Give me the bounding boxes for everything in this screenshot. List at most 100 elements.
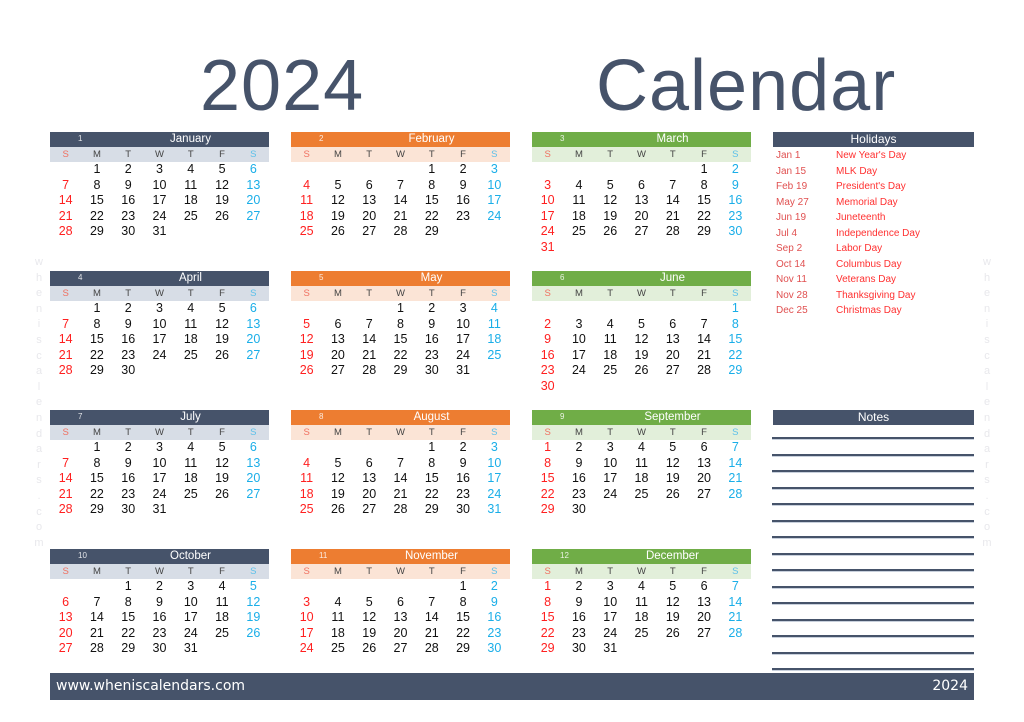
day-cell[interactable]: 7	[50, 178, 81, 194]
note-line[interactable]	[772, 437, 974, 440]
day-cell[interactable]: 30	[144, 641, 175, 657]
day-cell[interactable]: 21	[354, 348, 385, 364]
day-cell[interactable]: 9	[479, 595, 510, 611]
day-cell[interactable]: 18	[626, 610, 657, 626]
day-cell[interactable]: 17	[144, 332, 175, 348]
day-cell[interactable]: 12	[206, 317, 237, 333]
day-cell[interactable]: 31	[479, 502, 510, 518]
day-cell[interactable]: 26	[626, 363, 657, 379]
day-cell[interactable]: 23	[113, 487, 144, 503]
day-cell[interactable]: 27	[50, 641, 81, 657]
day-cell[interactable]: 7	[385, 178, 416, 194]
day-cell[interactable]: 31	[144, 502, 175, 518]
day-cell[interactable]: 27	[238, 348, 269, 364]
day-cell[interactable]: 1	[81, 301, 112, 317]
day-cell[interactable]: 29	[720, 363, 751, 379]
day-cell[interactable]: 5	[206, 301, 237, 317]
day-cell[interactable]: 10	[144, 317, 175, 333]
day-cell[interactable]: 6	[238, 162, 269, 178]
day-cell[interactable]: 5	[238, 579, 269, 595]
day-cell[interactable]: 7	[354, 317, 385, 333]
day-cell[interactable]: 24	[144, 487, 175, 503]
day-cell[interactable]: 23	[563, 626, 594, 642]
day-cell[interactable]: 22	[416, 209, 447, 225]
day-cell[interactable]: 4	[479, 301, 510, 317]
day-cell[interactable]: 8	[385, 317, 416, 333]
day-cell[interactable]: 3	[144, 301, 175, 317]
day-cell[interactable]: 3	[144, 162, 175, 178]
day-cell[interactable]: 10	[563, 332, 594, 348]
day-cell[interactable]: 25	[322, 641, 353, 657]
day-cell[interactable]: 5	[291, 317, 322, 333]
day-cell[interactable]: 13	[688, 595, 719, 611]
day-cell[interactable]: 18	[175, 193, 206, 209]
day-cell[interactable]: 3	[595, 440, 626, 456]
day-cell[interactable]: 23	[447, 209, 478, 225]
day-cell[interactable]: 9	[447, 178, 478, 194]
day-cell[interactable]: 26	[657, 626, 688, 642]
day-cell[interactable]: 5	[595, 178, 626, 194]
day-cell[interactable]: 9	[113, 456, 144, 472]
day-cell[interactable]: 2	[563, 579, 594, 595]
day-cell[interactable]: 17	[144, 471, 175, 487]
day-cell[interactable]: 11	[175, 178, 206, 194]
day-cell[interactable]: 19	[206, 332, 237, 348]
day-cell[interactable]: 30	[563, 641, 594, 657]
day-cell[interactable]: 31	[144, 224, 175, 240]
day-cell[interactable]: 8	[81, 456, 112, 472]
day-cell[interactable]: 19	[657, 610, 688, 626]
day-cell[interactable]: 28	[50, 224, 81, 240]
day-cell[interactable]: 12	[238, 595, 269, 611]
day-cell[interactable]: 16	[563, 471, 594, 487]
day-cell[interactable]: 20	[385, 626, 416, 642]
day-cell[interactable]: 20	[322, 348, 353, 364]
day-cell[interactable]: 14	[688, 332, 719, 348]
day-cell[interactable]: 20	[354, 209, 385, 225]
day-cell[interactable]: 18	[595, 348, 626, 364]
day-cell[interactable]: 26	[206, 487, 237, 503]
day-cell[interactable]: 14	[416, 610, 447, 626]
day-cell[interactable]: 6	[354, 178, 385, 194]
day-cell[interactable]: 15	[81, 193, 112, 209]
day-cell[interactable]: 22	[532, 487, 563, 503]
day-cell[interactable]: 19	[206, 471, 237, 487]
day-cell[interactable]: 5	[657, 579, 688, 595]
day-cell[interactable]: 1	[416, 162, 447, 178]
day-cell[interactable]: 20	[354, 487, 385, 503]
day-cell[interactable]: 28	[50, 502, 81, 518]
day-cell[interactable]: 28	[657, 224, 688, 240]
day-cell[interactable]: 22	[416, 487, 447, 503]
note-line[interactable]	[772, 585, 974, 589]
day-cell[interactable]: 21	[657, 209, 688, 225]
day-cell[interactable]: 29	[81, 224, 112, 240]
note-line[interactable]	[772, 602, 974, 605]
day-cell[interactable]: 18	[206, 610, 237, 626]
day-cell[interactable]: 14	[720, 595, 751, 611]
note-line[interactable]	[772, 453, 974, 457]
day-cell[interactable]: 22	[81, 348, 112, 364]
day-cell[interactable]: 2	[447, 440, 478, 456]
day-cell[interactable]: 20	[50, 626, 81, 642]
day-cell[interactable]: 17	[479, 193, 510, 209]
day-cell[interactable]: 8	[416, 178, 447, 194]
day-cell[interactable]: 23	[416, 348, 447, 364]
day-cell[interactable]: 9	[144, 595, 175, 611]
day-cell[interactable]: 8	[416, 456, 447, 472]
day-cell[interactable]: 14	[50, 471, 81, 487]
day-cell[interactable]: 4	[291, 178, 322, 194]
day-cell[interactable]: 16	[144, 610, 175, 626]
day-cell[interactable]: 13	[626, 193, 657, 209]
day-cell[interactable]: 30	[447, 502, 478, 518]
day-cell[interactable]: 21	[416, 626, 447, 642]
day-cell[interactable]: 26	[657, 487, 688, 503]
day-cell[interactable]: 26	[238, 626, 269, 642]
day-cell[interactable]: 13	[50, 610, 81, 626]
day-cell[interactable]: 9	[720, 178, 751, 194]
day-cell[interactable]: 13	[238, 178, 269, 194]
day-cell[interactable]: 21	[720, 471, 751, 487]
day-cell[interactable]: 24	[479, 487, 510, 503]
day-cell[interactable]: 6	[626, 178, 657, 194]
note-line[interactable]	[772, 651, 974, 655]
day-cell[interactable]: 6	[238, 440, 269, 456]
day-cell[interactable]: 28	[385, 224, 416, 240]
